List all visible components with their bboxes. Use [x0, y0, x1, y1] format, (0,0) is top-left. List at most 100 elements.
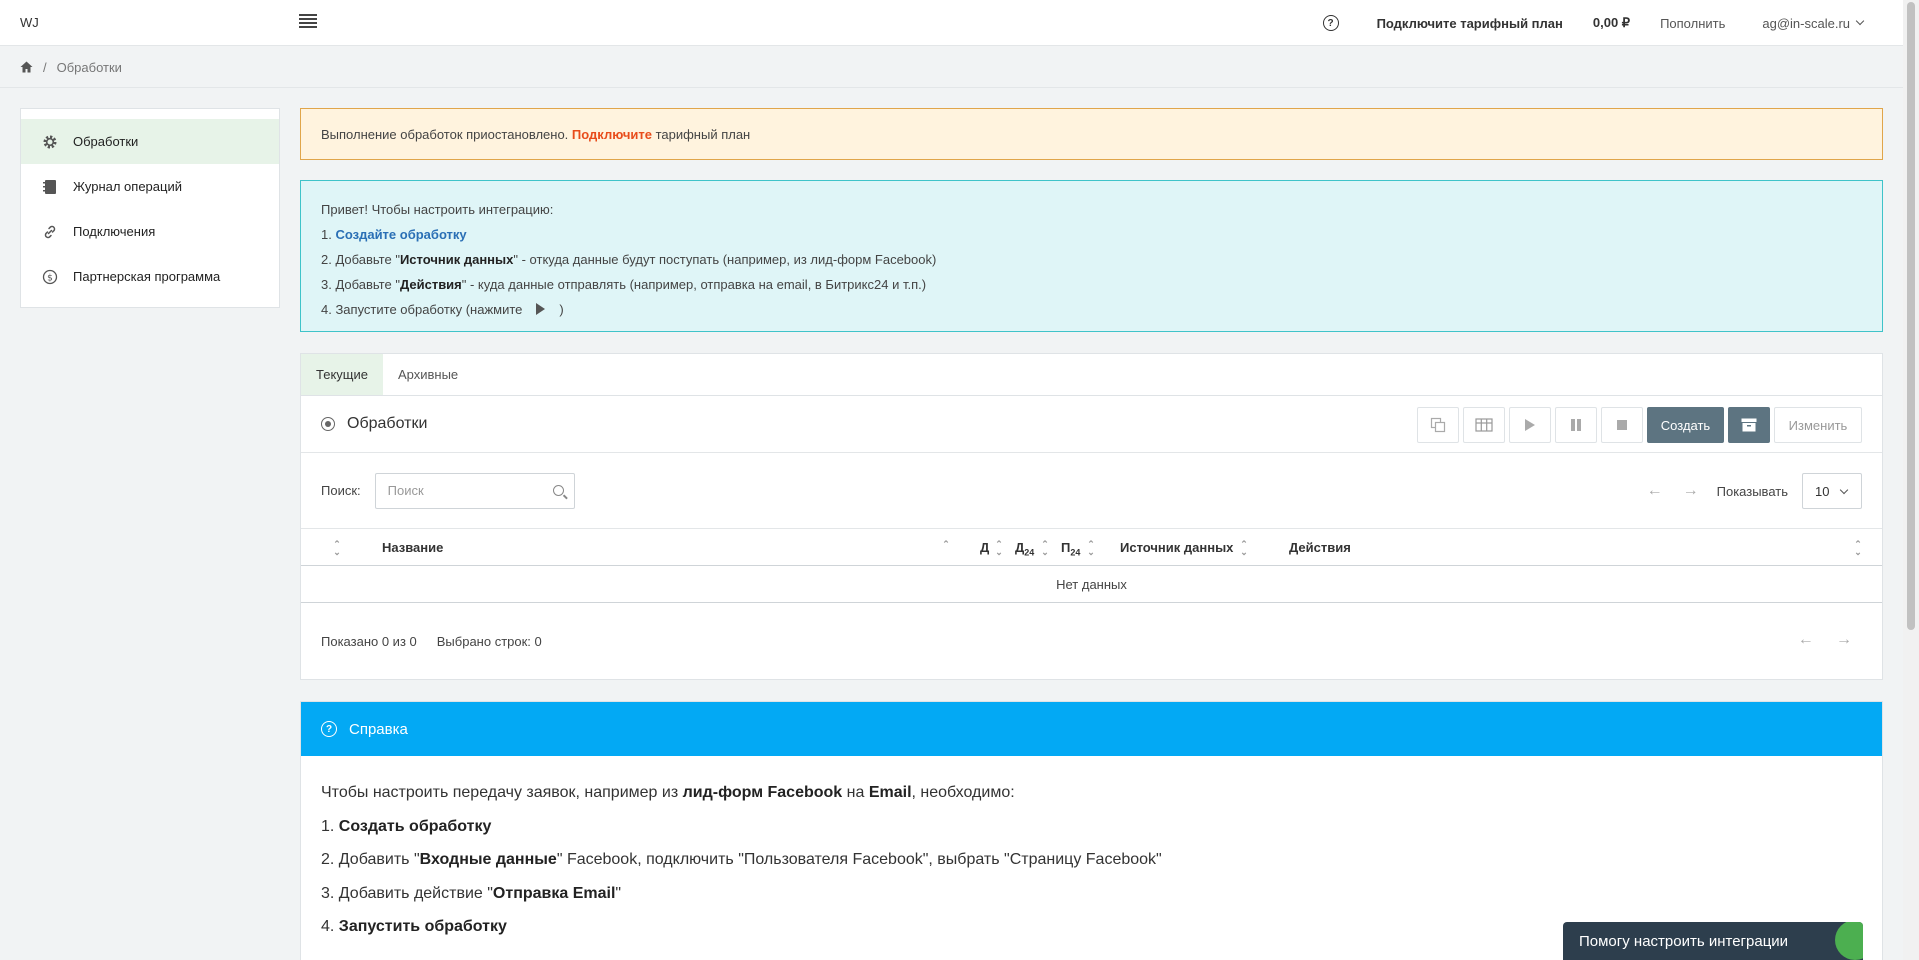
step-prefix: 4. Запустите обработку (нажмите	[321, 302, 523, 317]
breadcrumb: / Обработки	[0, 47, 1903, 88]
help-bold: Email	[868, 784, 912, 801]
chevron-down-icon	[1855, 16, 1865, 26]
sort-icon[interactable]: ⌃ ⌄	[1041, 540, 1049, 557]
scrollbar-thumb[interactable]	[1907, 2, 1915, 630]
sidebar: Обработки Журнал операций Подключения $ …	[20, 108, 280, 308]
columns-button[interactable]	[1463, 407, 1505, 443]
help-text: 1.	[321, 817, 335, 835]
chat-widget[interactable]: Помогу настроить интеграции	[1563, 922, 1863, 960]
sidebar-item-connections[interactable]: Подключения	[21, 209, 279, 254]
sidebar-item-journal[interactable]: Журнал операций	[21, 164, 279, 209]
help-title: Справка	[349, 720, 408, 738]
column-p24[interactable]: П24	[1061, 540, 1080, 558]
help-step-3: 3. Добавить действие "Отправка Email"	[321, 877, 1862, 911]
user-menu[interactable]: ag@in-scale.ru	[1762, 15, 1865, 31]
tabs: Текущие Архивные	[301, 354, 1882, 396]
page-size-label: Показывать	[1716, 483, 1788, 499]
step-bold: Действия	[399, 277, 462, 292]
help-text: " Facebook, подключить "Пользователя Fac…	[556, 851, 1162, 868]
column-actions[interactable]: Действия	[1289, 540, 1351, 555]
play-icon	[536, 303, 546, 315]
next-page-arrow-icon[interactable]: →	[1836, 631, 1852, 648]
stop-button[interactable]	[1601, 407, 1643, 443]
app-logo[interactable]: WJ	[20, 15, 39, 30]
page-size-value: 10	[1815, 483, 1830, 499]
edit-button[interactable]: Изменить	[1774, 407, 1862, 443]
processing-panel: Текущие Архивные Обработки Создать Измен…	[300, 353, 1883, 680]
topup-link[interactable]: Пополнить	[1660, 16, 1725, 31]
next-page-arrow-icon[interactable]: →	[1683, 482, 1699, 500]
column-source[interactable]: Источник данных	[1120, 540, 1233, 555]
column-d24[interactable]: Д24	[1015, 540, 1034, 558]
help-header[interactable]: ? Справка	[301, 702, 1882, 756]
sort-icon[interactable]: ⌃ ⌄	[995, 540, 1003, 557]
create-processing-link[interactable]: Создайте обработку	[335, 227, 466, 242]
intro-step-3: 3. Добавьте "Действия" - куда данные отп…	[321, 272, 1862, 297]
help-bold: Запустить обработку	[338, 918, 507, 935]
top-bar: WJ ? Подключите тарифный план 0,00 ₽ Поп…	[0, 0, 1903, 46]
tab-archive[interactable]: Архивные	[383, 354, 473, 395]
sidebar-item-partner[interactable]: $ Партнерская программа	[21, 254, 279, 299]
help-circle-icon[interactable]: ?	[1322, 15, 1339, 31]
home-icon[interactable]	[20, 61, 33, 73]
search-placeholder: Поиск	[387, 483, 424, 498]
step-suffix: " - откуда данные будут поступать (напри…	[513, 252, 937, 267]
balance-value: 0,00 ₽	[1592, 15, 1631, 30]
pause-icon	[1571, 419, 1581, 431]
sort-icon[interactable]: ⌃ ⌄	[1087, 540, 1095, 557]
sort-asc-icon[interactable]: ⌃	[942, 540, 950, 556]
sidebar-item-label: Обработки	[73, 134, 139, 149]
page-scrollbar[interactable]	[1903, 0, 1919, 960]
sort-icon[interactable]: ⌃ ⌄	[333, 540, 341, 557]
menu-toggle-icon[interactable]	[299, 14, 317, 32]
pause-button[interactable]	[1555, 407, 1597, 443]
page-size-select[interactable]: 10	[1802, 473, 1862, 509]
help-text: "	[615, 884, 622, 902]
intro-step-2: 2. Добавьте "Источник данных" - откуда д…	[321, 247, 1862, 272]
search-icon	[552, 484, 564, 496]
breadcrumb-current: Обработки	[56, 59, 122, 75]
column-p24-sub: 24	[1070, 547, 1081, 558]
warning-connect-link[interactable]: Подключите	[572, 127, 652, 142]
help-bold: Отправка Email	[492, 884, 616, 902]
step-suffix: )	[559, 302, 564, 317]
dollar-icon: $	[41, 268, 59, 286]
help-bold: Создать обработку	[338, 817, 492, 835]
step-prefix: 2. Добавьте "	[321, 252, 400, 267]
connect-plan-link[interactable]: Подключите тарифный план	[1377, 16, 1563, 31]
column-name[interactable]: Название	[382, 540, 443, 555]
panel-header: Обработки Создать Изменить	[301, 396, 1882, 453]
user-email: ag@in-scale.ru	[1762, 15, 1850, 31]
help-text: 3. Добавить действие "	[321, 884, 493, 902]
sort-icon[interactable]: ⌃ ⌄	[1854, 540, 1862, 557]
table-footer: Показано 0 из 0 Выбрано строк: 0 ← →	[301, 603, 1882, 679]
column-d[interactable]: Д	[980, 540, 989, 555]
top-right-bar: ? Подключите тарифный план 0,00 ₽ Пополн…	[1322, 0, 1903, 46]
footer-pager: ← →	[1798, 631, 1852, 649]
journal-icon	[41, 178, 59, 196]
svg-text:$: $	[47, 273, 53, 283]
link-icon	[41, 223, 59, 241]
search-label: Поиск:	[321, 483, 361, 498]
breadcrumb-separator: /	[43, 59, 47, 75]
play-button[interactable]	[1509, 407, 1551, 443]
chat-status-icon	[1835, 922, 1863, 960]
chat-label: Помогу настроить интеграции	[1579, 932, 1789, 950]
archive-button[interactable]	[1728, 407, 1770, 443]
prev-page-arrow-icon[interactable]: ←	[1798, 631, 1814, 648]
help-text: Чтобы настроить передачу заявок, наприме…	[321, 784, 679, 801]
panel-title: Обработки	[347, 415, 428, 432]
sidebar-item-processing[interactable]: Обработки	[21, 119, 279, 164]
sort-icon[interactable]: ⌃ ⌄	[1240, 540, 1248, 557]
table-empty-row: Нет данных	[301, 566, 1882, 603]
shown-count: Показано 0 из 0	[321, 633, 417, 649]
sidebar-item-label: Партнерская программа	[73, 269, 221, 284]
warning-suffix: тарифный план	[655, 126, 751, 142]
tab-current[interactable]: Текущие	[301, 354, 383, 395]
prev-page-arrow-icon[interactable]: ←	[1647, 482, 1663, 500]
search-input[interactable]: Поиск	[374, 472, 575, 509]
create-button[interactable]: Создать	[1647, 407, 1724, 443]
column-p24-label: П	[1061, 540, 1071, 555]
help-step-1: 1. Создать обработку	[321, 810, 1862, 844]
copy-button[interactable]	[1417, 407, 1459, 443]
